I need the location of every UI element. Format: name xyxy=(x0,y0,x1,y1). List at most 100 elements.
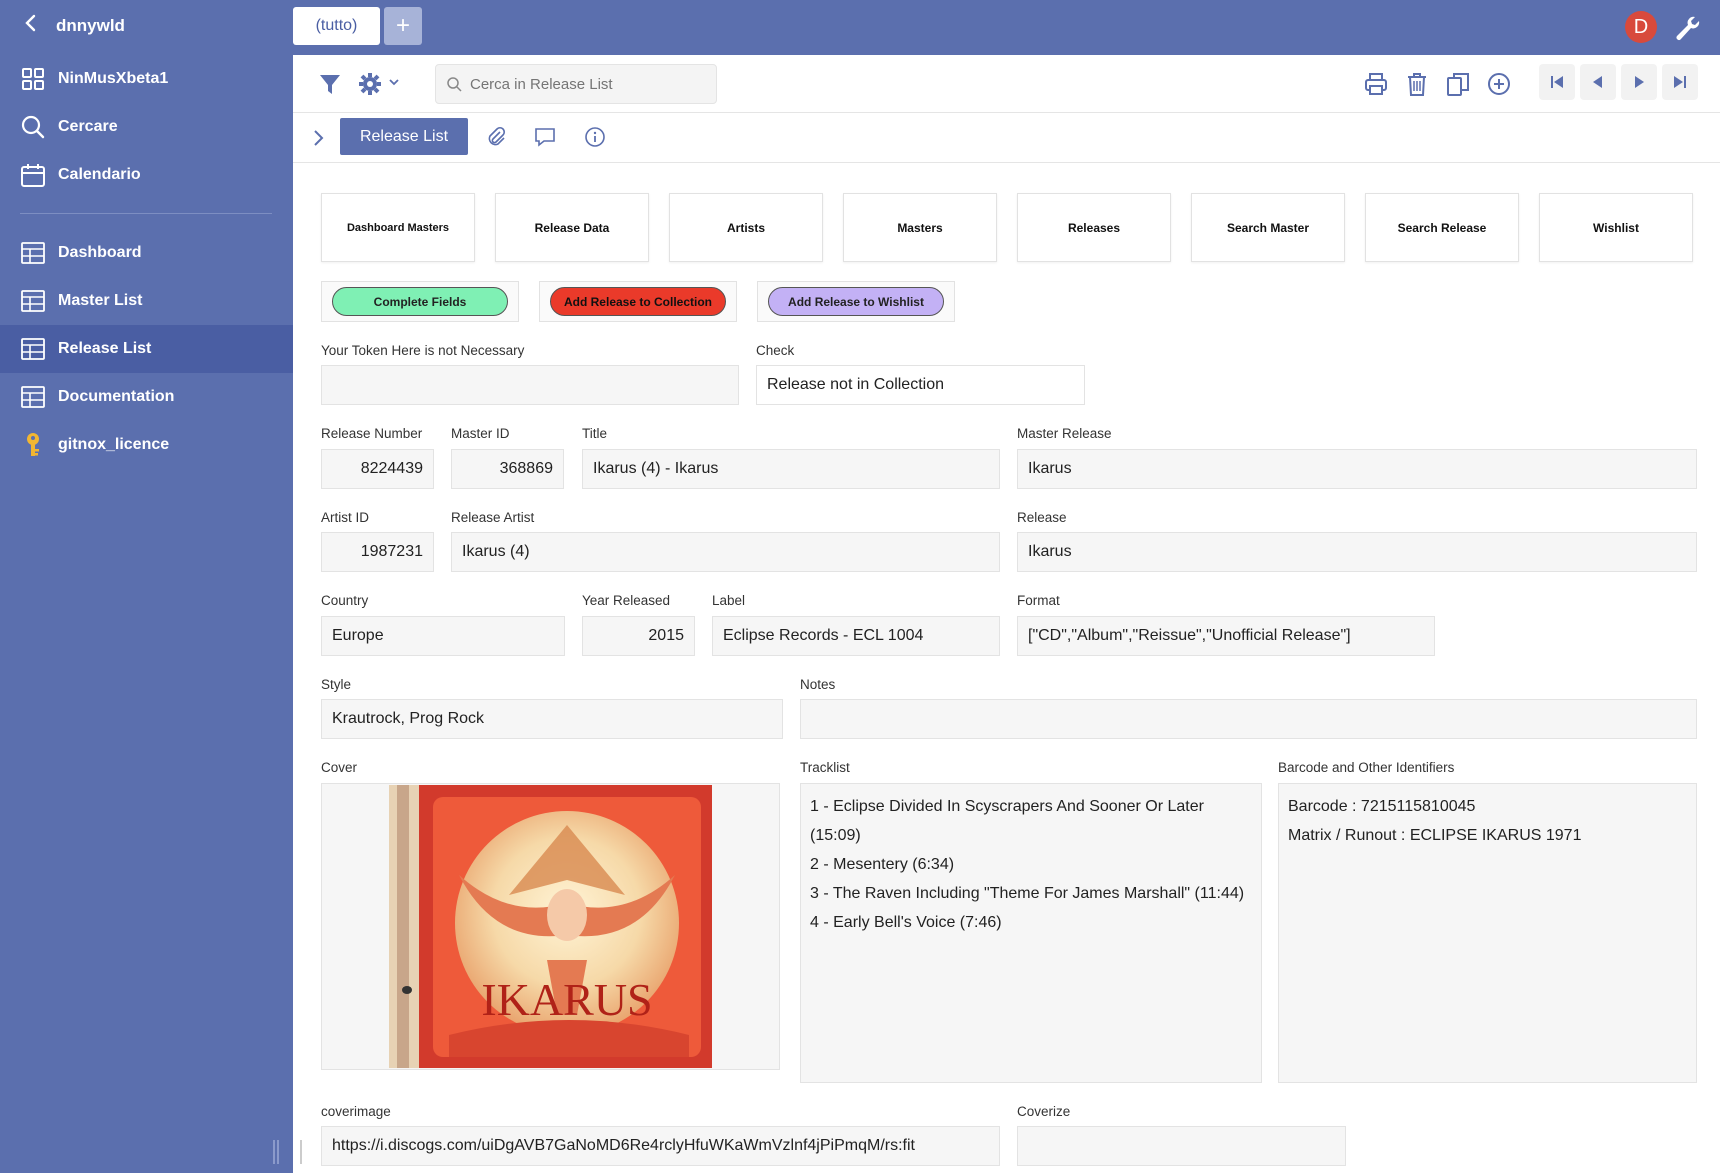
filter-icon[interactable] xyxy=(317,71,343,97)
cover-container: IKARUS xyxy=(321,783,780,1070)
tab-tutto[interactable]: (tutto) xyxy=(293,7,380,45)
info-icon[interactable] xyxy=(584,126,606,148)
search-icon xyxy=(447,77,462,92)
master-release-field[interactable]: Ikarus xyxy=(1017,449,1697,489)
style-field[interactable]: Krautrock, Prog Rock xyxy=(321,699,783,739)
add-to-collection-button[interactable]: Add Release to Collection xyxy=(550,287,726,316)
sidebar-header[interactable]: dnnywld xyxy=(0,0,293,52)
style-label: Style xyxy=(321,677,352,692)
sidebar-divider xyxy=(20,213,272,214)
grid-icon xyxy=(22,68,44,90)
copy-icon[interactable] xyxy=(1445,71,1471,97)
toolbar xyxy=(293,55,1720,113)
cover-text: IKARUS xyxy=(481,974,652,1025)
label-label: Label xyxy=(712,593,746,608)
chevron-left-icon[interactable] xyxy=(24,14,38,38)
cover-label: Cover xyxy=(321,760,358,775)
title-field[interactable]: Ikarus (4) - Ikarus xyxy=(582,449,1000,489)
previous-record-button[interactable] xyxy=(1580,64,1616,100)
wrench-icon[interactable] xyxy=(1673,14,1701,42)
tab-release-list[interactable]: Release List xyxy=(340,118,468,155)
search-master-button[interactable]: Search Master xyxy=(1191,193,1345,262)
masters-button[interactable]: Masters xyxy=(843,193,997,262)
triangle-right-icon xyxy=(1635,76,1644,88)
country-field[interactable]: Europe xyxy=(321,616,565,656)
barcode-field[interactable]: Barcode : 7215115810045 Matrix / Runout … xyxy=(1278,783,1697,1083)
check-field[interactable]: Release not in Collection xyxy=(756,365,1085,405)
print-icon[interactable] xyxy=(1363,71,1389,97)
track-line: 2 - Mesentery (6:34) xyxy=(810,856,955,873)
release-artist-label: Release Artist xyxy=(451,510,535,525)
dashboard-masters-button[interactable]: Dashboard Masters xyxy=(321,193,475,262)
coverimage-field[interactable]: https://i.discogs.com/uiDgAVB7GaNoMD6Re4… xyxy=(321,1126,1000,1166)
key-icon xyxy=(27,433,39,456)
search-box[interactable] xyxy=(435,64,717,104)
token-label: Your Token Here is not Necessary xyxy=(321,343,525,358)
svg-text:IKARUS: IKARUS xyxy=(481,974,652,1025)
coverize-field[interactable] xyxy=(1017,1126,1346,1166)
add-to-collection-container: Add Release to Collection xyxy=(539,281,737,322)
view-tabs-bar: Release List xyxy=(293,113,1720,163)
release-number-label: Release Number xyxy=(321,426,423,441)
sidebar-item-dashboard[interactable]: Dashboard xyxy=(0,229,293,277)
app-window: dnnywld NinMusXbeta1 Cercare Calendario … xyxy=(0,0,1720,1173)
coverize-label: Coverize xyxy=(1017,1104,1071,1119)
sidebar-item-label: Cercare xyxy=(58,118,118,135)
cover-image[interactable]: IKARUS xyxy=(389,785,712,1068)
artist-id-field[interactable]: 1987231 xyxy=(321,532,434,572)
year-field[interactable]: 2015 xyxy=(582,616,695,656)
gear-icon[interactable] xyxy=(357,71,383,97)
format-label: Format xyxy=(1017,593,1060,608)
next-record-button[interactable] xyxy=(1621,64,1657,100)
barcode-label: Barcode and Other Identifiers xyxy=(1278,760,1455,775)
sidebar-item-master-list[interactable]: Master List xyxy=(0,277,293,325)
paperclip-icon[interactable] xyxy=(485,126,507,148)
add-tab-button[interactable]: + xyxy=(384,7,422,45)
format-field[interactable]: ["CD","Album","Reissue","Unofficial Rele… xyxy=(1017,616,1435,656)
trash-icon[interactable] xyxy=(1404,71,1430,97)
sidebar-item-label: Release List xyxy=(58,340,152,357)
search-release-button[interactable]: Search Release xyxy=(1365,193,1519,262)
master-release-label: Master Release xyxy=(1017,426,1112,441)
sidebar-item-gitnox-licence[interactable]: gitnox_licence xyxy=(0,421,293,469)
artists-button[interactable]: Artists xyxy=(669,193,823,262)
chevron-right-icon[interactable] xyxy=(309,126,329,150)
tracklist-field[interactable]: 1 - Eclipse Divided In Scyscrapers And S… xyxy=(800,783,1262,1083)
sidebar-resize-handle[interactable] xyxy=(273,1140,279,1164)
content-resize-handle[interactable] xyxy=(300,1140,306,1164)
search-input[interactable] xyxy=(470,75,710,93)
last-record-button[interactable] xyxy=(1662,64,1698,100)
release-number-field[interactable]: 8224439 xyxy=(321,449,434,489)
first-record-button[interactable] xyxy=(1539,64,1575,100)
sidebar-item-ninmusxbeta1[interactable]: NinMusXbeta1 xyxy=(0,55,293,103)
label-field[interactable]: Eclipse Records - ECL 1004 xyxy=(712,616,1000,656)
coverimage-label: coverimage xyxy=(321,1104,391,1119)
wishlist-button[interactable]: Wishlist xyxy=(1539,193,1693,262)
sidebar-item-release-list[interactable]: Release List xyxy=(0,325,293,373)
table-icon xyxy=(21,338,45,360)
avatar[interactable]: D xyxy=(1625,11,1657,43)
complete-fields-container: Complete Fields xyxy=(321,281,519,322)
sidebar-item-label: Documentation xyxy=(58,388,175,405)
release-field[interactable]: Ikarus xyxy=(1017,532,1697,572)
sidebar-item-calendario[interactable]: Calendario xyxy=(0,151,293,199)
barcode-line: Barcode : 7215115810045 xyxy=(1288,798,1476,815)
notes-field[interactable] xyxy=(800,699,1697,739)
release-form: Dashboard Masters Release Data Artists M… xyxy=(293,163,1720,1173)
sidebar-item-documentation[interactable]: Documentation xyxy=(0,373,293,421)
sidebar-item-label: Calendario xyxy=(58,166,141,183)
comment-icon[interactable] xyxy=(534,126,556,148)
master-id-field[interactable]: 368869 xyxy=(451,449,564,489)
sidebar-item-cercare[interactable]: Cercare xyxy=(0,103,293,151)
add-circle-icon[interactable] xyxy=(1486,71,1512,97)
release-artist-field[interactable]: Ikarus (4) xyxy=(451,532,1000,572)
title-label: Title xyxy=(582,426,608,441)
skip-last-icon xyxy=(1674,76,1686,88)
release-data-button[interactable]: Release Data xyxy=(495,193,649,262)
token-field[interactable] xyxy=(321,365,739,405)
complete-fields-button[interactable]: Complete Fields xyxy=(332,287,508,316)
releases-button[interactable]: Releases xyxy=(1017,193,1171,262)
tracklist-label: Tracklist xyxy=(800,760,850,775)
chevron-down-icon[interactable] xyxy=(387,75,401,89)
add-to-wishlist-button[interactable]: Add Release to Wishlist xyxy=(768,287,944,316)
